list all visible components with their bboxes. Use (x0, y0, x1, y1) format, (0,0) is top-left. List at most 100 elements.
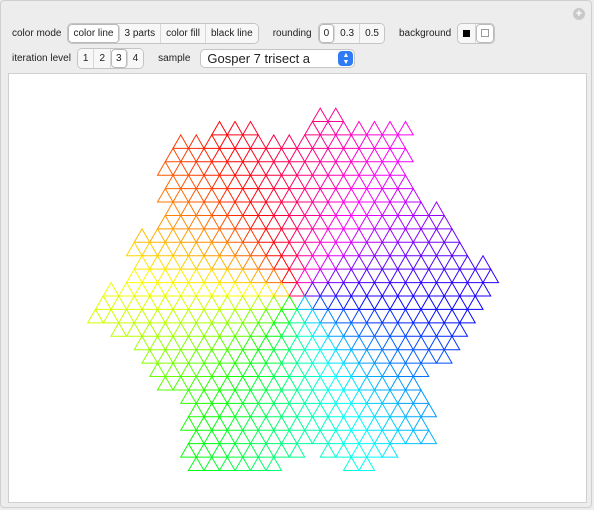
fractal-triangle (179, 335, 198, 351)
fractal-triangle (404, 348, 422, 364)
fractal-triangle (288, 281, 306, 297)
fractal-triangle (303, 201, 322, 216)
fractal-triangle (117, 308, 136, 324)
iteration-level-option-1[interactable]: 1 (77, 49, 95, 68)
fractal-triangle (156, 348, 174, 364)
chevron-updown-icon: ▲ ▼ (338, 51, 354, 66)
fractal-triangle (164, 281, 182, 297)
fractal-triangle (218, 160, 236, 176)
fractal-triangle (218, 268, 236, 284)
rounding-label: rounding (272, 28, 312, 39)
fractal-triangle (218, 294, 236, 310)
fractal-triangle (288, 201, 306, 216)
fractal-triangle (187, 160, 205, 176)
fractal-triangle (179, 201, 198, 216)
color-mode-option-3-parts[interactable]: 3 parts (119, 24, 162, 43)
plus-icon[interactable]: + (573, 8, 585, 20)
fractal-triangle (148, 227, 167, 243)
fractal-triangle (288, 362, 306, 378)
fractal-triangle (179, 308, 198, 324)
fractal-triangle (226, 120, 244, 136)
iteration-level-option-2[interactable]: 2 (94, 49, 112, 68)
fractal-triangle (458, 281, 477, 297)
fractal-triangle (404, 429, 422, 445)
fractal-triangle (226, 174, 244, 190)
fractal-triangle (458, 254, 477, 270)
fractal-triangle (303, 174, 322, 190)
fractal-triangle (373, 348, 391, 364)
fractal-triangle (172, 241, 190, 257)
fractal-triangle (187, 187, 205, 203)
fractal-triangle (210, 147, 229, 163)
fractal-triangle (226, 147, 244, 163)
fractal-triangle (358, 133, 376, 149)
fractal-triangle (334, 442, 353, 458)
fractal-triangle (156, 187, 174, 203)
fractal-triangle (334, 308, 353, 324)
fractal-triangle (443, 227, 461, 243)
fractal-triangle (272, 281, 291, 297)
fractal-triangle (389, 214, 407, 230)
fractal-triangle (187, 133, 205, 149)
fractal-triangle (389, 268, 407, 284)
sample-dropdown[interactable]: Gosper 7 trisect a ▲ ▼ (200, 49, 356, 68)
fractal-triangle (396, 254, 415, 270)
fractal-triangle (350, 174, 368, 190)
fractal-triangle (311, 294, 329, 310)
fractal-triangle (427, 201, 446, 216)
fractal-triangle (319, 362, 337, 378)
background-option-white[interactable] (476, 24, 495, 43)
fractal-triangle (427, 335, 446, 351)
fractal-triangle (327, 348, 345, 364)
fractal-triangle (110, 294, 128, 310)
rounding-option-0-3[interactable]: 0.3 (335, 24, 361, 43)
fractal-triangle (358, 402, 376, 418)
fractal-triangle (164, 174, 182, 190)
fractal-triangle (311, 348, 329, 364)
fractal-triangle (381, 120, 399, 136)
fractal-triangle (272, 254, 291, 270)
fractal-triangle (420, 294, 438, 310)
color-mode-option-black-line[interactable]: black line (205, 24, 258, 43)
fractal-triangle (474, 281, 492, 297)
fractal-triangle (265, 348, 283, 364)
background-option-black[interactable] (458, 24, 477, 43)
fractal-triangle (218, 375, 236, 391)
rounding-option-0[interactable]: 0 (318, 24, 336, 43)
fractal-triangle (365, 388, 384, 404)
fractal-triangle (311, 107, 329, 122)
fractal-triangle (381, 227, 399, 243)
iteration-level-option-3[interactable]: 3 (111, 49, 128, 68)
fractal-triangle (164, 227, 182, 243)
fractal-triangle (203, 133, 221, 149)
color-mode-option-color-fill[interactable]: color fill (161, 24, 206, 43)
color-mode-label: color mode (12, 28, 62, 39)
fractal-triangle (358, 429, 376, 445)
iteration-level-option-4[interactable]: 4 (127, 49, 144, 68)
fractal-triangle (358, 456, 376, 472)
fractal-triangle (334, 335, 353, 351)
fractal-triangle (396, 174, 415, 190)
fractal-triangle (241, 201, 260, 216)
rounding-option-0-5[interactable]: 0.5 (360, 24, 384, 43)
fractal-triangle (272, 362, 291, 378)
fractal-triangle (327, 321, 345, 337)
color-mode-option-color-line[interactable]: color line (68, 24, 120, 43)
fractal-triangle (195, 362, 213, 378)
fractal-triangle (141, 294, 159, 310)
fractal-triangle (234, 402, 252, 418)
fractal-triangle (203, 429, 221, 445)
fractal-triangle (404, 321, 422, 337)
fractal-triangle (342, 321, 360, 337)
fractal-triangle (226, 254, 244, 270)
fractal-triangle (172, 294, 190, 310)
fractal-triangle (381, 254, 399, 270)
fractal-triangle (249, 133, 267, 149)
fractal-triangle (156, 241, 174, 257)
fractal-triangle (342, 348, 360, 364)
fractal-triangle (218, 133, 236, 149)
fractal-triangle (241, 308, 260, 324)
fractal-triangle (210, 281, 229, 297)
fractal-triangle (257, 335, 275, 351)
fractal-triangle (257, 201, 275, 216)
